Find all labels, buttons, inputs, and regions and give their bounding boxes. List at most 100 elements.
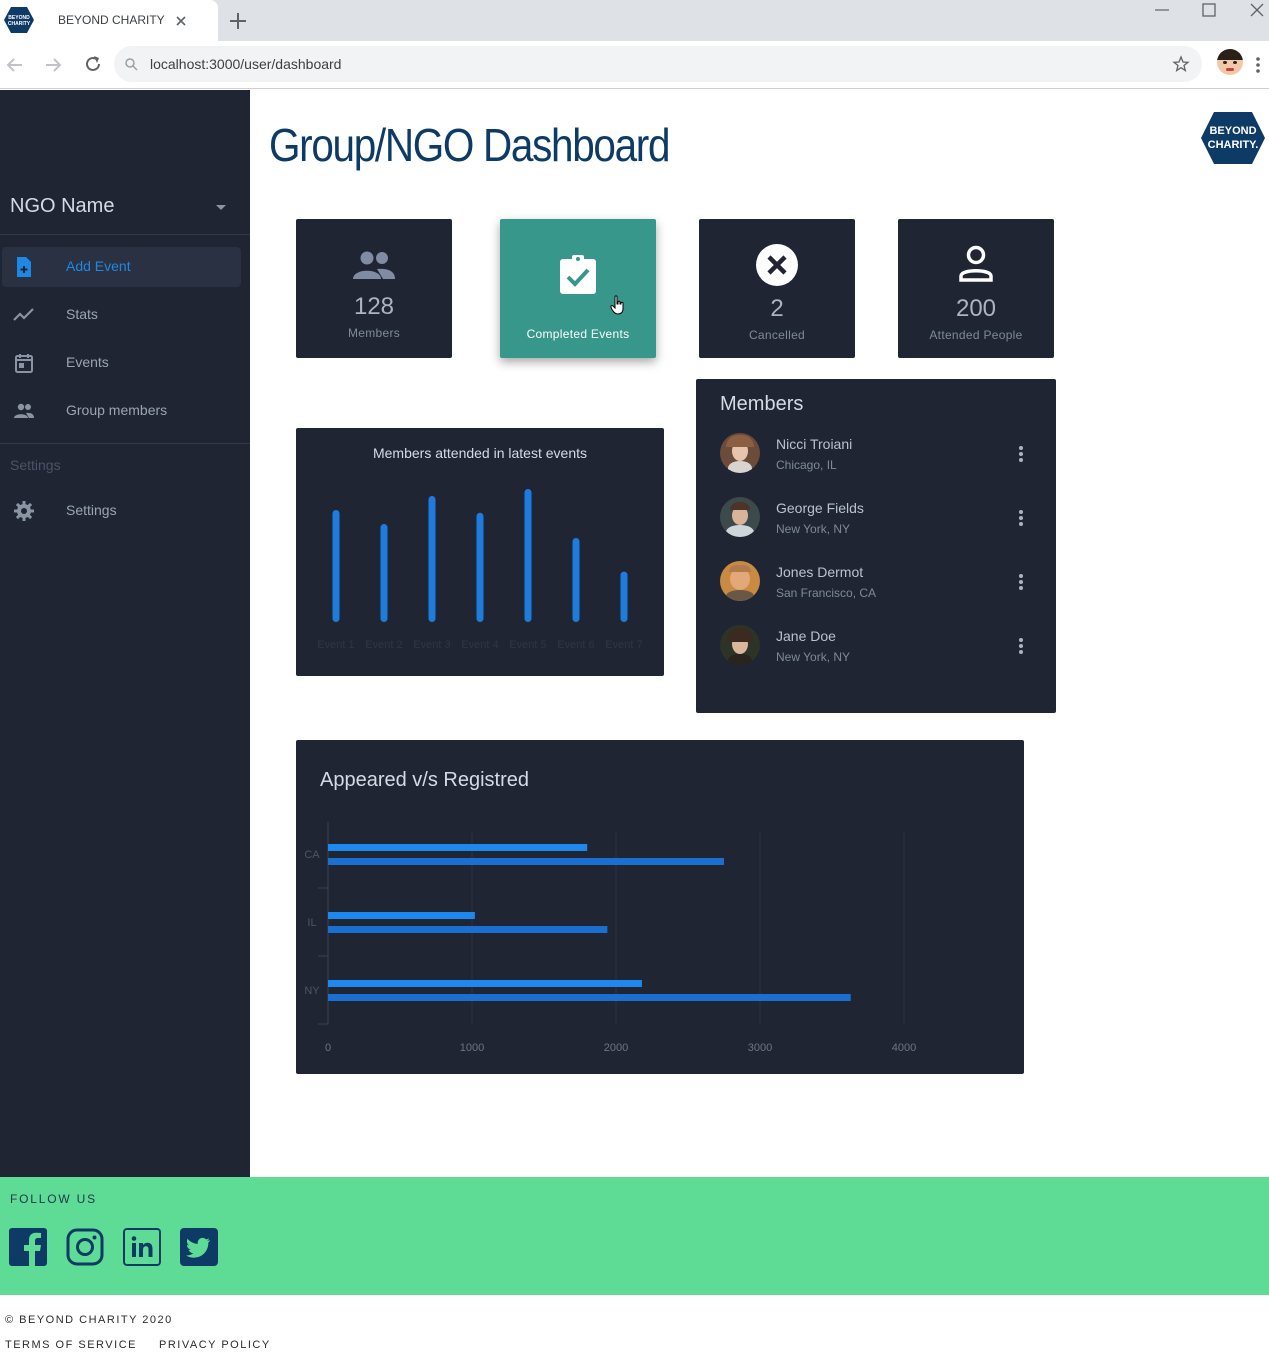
new-tab-plus-icon[interactable]	[226, 9, 250, 33]
terms-link[interactable]: TERMS OF SERVICE	[5, 1339, 137, 1351]
address-bar[interactable]: localhost:3000/user/dashboard	[114, 46, 1202, 82]
window-minimize-icon[interactable]	[1152, 2, 1172, 18]
org-name: NGO Name	[10, 195, 115, 217]
x-tick-label: Event 1	[317, 639, 354, 651]
facebook-icon[interactable]	[9, 1228, 47, 1266]
state-bar	[328, 858, 724, 865]
svg-text:CHARITY: CHARITY	[8, 21, 31, 27]
stat-card-attended-people[interactable]: 200 Attended People	[898, 219, 1054, 358]
instagram-icon[interactable]	[66, 1228, 104, 1266]
sidebar-item-settings[interactable]: Settings	[2, 491, 241, 531]
member-name: Nicci Troiani	[776, 436, 853, 452]
member-name: Jane Doe	[776, 628, 836, 644]
sidebar-item-label: Events	[66, 354, 109, 370]
stat-card-cancelled[interactable]: 2 Cancelled	[699, 219, 855, 358]
people-icon	[353, 251, 395, 279]
x-tick-label: Event 7	[605, 639, 642, 651]
state-bar	[328, 994, 851, 1001]
window-maximize-icon[interactable]	[1200, 1, 1218, 19]
stat-label: Attended People	[929, 328, 1023, 342]
more-options-icon[interactable]	[1018, 446, 1024, 462]
url-text[interactable]: localhost:3000/user/dashboard	[150, 56, 341, 72]
stat-value: 128	[353, 293, 395, 320]
file-plus-icon	[17, 257, 31, 277]
search-icon	[125, 58, 138, 71]
stat-card-completed-events[interactable]: Completed Events	[500, 219, 656, 358]
list-item[interactable]: George Fields New York, NY	[696, 497, 1056, 545]
list-item[interactable]: Jane Doe New York, NY	[696, 625, 1056, 673]
event-bar	[428, 496, 436, 622]
logo-line-1: BEYOND	[1209, 125, 1256, 137]
bookmark-star-icon[interactable]	[1172, 55, 1190, 73]
cancel-circle-icon	[756, 244, 798, 286]
avatar	[720, 625, 760, 665]
sidebar-item-label: Add Event	[66, 258, 131, 274]
members-panel-title: Members	[720, 393, 804, 415]
event-bar	[380, 524, 388, 622]
avatar	[720, 561, 760, 601]
more-options-icon[interactable]	[1018, 638, 1024, 654]
member-name: Jones Dermot	[776, 564, 864, 580]
stat-label: Completed Events	[526, 327, 630, 341]
x-tick-label: 3000	[748, 1042, 772, 1054]
y-tick-label: CA	[304, 849, 320, 861]
event-bar	[572, 538, 580, 622]
sidebar-item-stats[interactable]: Stats	[2, 295, 241, 335]
privacy-link[interactable]: PRIVACY POLICY	[159, 1339, 271, 1351]
list-item[interactable]: Jones Dermot San Francisco, CA	[696, 561, 1056, 609]
tab-favicon-logo: BEYOND CHARITY	[4, 7, 34, 33]
stat-card-members[interactable]: 128 Members	[296, 219, 452, 358]
event-bar	[332, 510, 340, 622]
state-bar	[328, 844, 588, 851]
browser-tab[interactable]: BEYOND CHARITY BEYOND CHARITY	[0, 0, 218, 41]
browser-tab-bar: BEYOND CHARITY BEYOND CHARITY	[0, 0, 1269, 41]
events-bar-chart: Event 1 Event 2 Event 3 Event 4 Event 5 Event…	[317, 489, 643, 651]
sidebar-item-add-event[interactable]: Add Event	[2, 247, 241, 287]
sidebar-item-group-members[interactable]: Group members	[2, 391, 241, 431]
member-location: New York, NY	[776, 650, 851, 664]
x-tick-label: Event 4	[461, 639, 498, 651]
linkedin-icon[interactable]	[123, 1228, 161, 1266]
trend-line-icon	[13, 308, 34, 321]
logo-line-2: CHARITY.	[1208, 139, 1259, 151]
y-tick-label: NY	[304, 985, 320, 997]
member-location: Chicago, IL	[776, 458, 837, 472]
more-options-icon[interactable]	[1018, 574, 1024, 590]
twitter-icon[interactable]	[180, 1228, 218, 1266]
browser-menu-icon[interactable]	[1253, 55, 1263, 75]
back-arrow-icon[interactable]	[4, 54, 26, 76]
member-location: San Francisco, CA	[776, 586, 877, 600]
gear-icon	[14, 501, 34, 521]
profile-avatar[interactable]	[1217, 49, 1243, 75]
list-item[interactable]: Nicci Troiani Chicago, IL	[696, 433, 1056, 481]
state-bar	[328, 980, 642, 987]
sidebar: NGO Name Add Event Stats Events Group me…	[0, 90, 250, 1177]
member-location: New York, NY	[776, 522, 851, 536]
section-label: Settings	[10, 457, 61, 473]
divider	[0, 234, 250, 235]
tab-close-icon[interactable]	[174, 14, 188, 28]
stat-label: Cancelled	[748, 328, 806, 342]
more-options-icon[interactable]	[1018, 510, 1024, 526]
x-tick-label: 4000	[892, 1042, 916, 1054]
member-name: George Fields	[776, 500, 864, 516]
divider	[0, 443, 250, 444]
reload-icon[interactable]	[82, 53, 104, 75]
cursor-hand-icon	[610, 295, 624, 315]
avatar	[720, 497, 760, 537]
sidebar-item-label: Stats	[66, 306, 98, 322]
state-bar	[328, 926, 608, 933]
appeared-registered-chart-card: Appeared v/s Registred 0 1000 2000 3000 4000…	[296, 740, 1024, 1074]
copyright-text: © BEYOND CHARITY 2020	[5, 1314, 173, 1326]
x-tick-label: Event 2	[365, 639, 402, 651]
chevron-down-icon[interactable]	[214, 203, 228, 213]
sidebar-item-events[interactable]: Events	[2, 343, 241, 383]
window-close-icon[interactable]	[1248, 1, 1266, 19]
x-tick-label: Event 5	[509, 639, 546, 651]
brand-logo: BEYOND CHARITY.	[1201, 112, 1265, 164]
state-bar	[328, 912, 475, 919]
x-tick-label: 1000	[460, 1042, 484, 1054]
forward-arrow-icon[interactable]	[42, 54, 64, 76]
appeared-registered-chart: 0 1000 2000 3000 4000 CA IL NY	[304, 822, 916, 1054]
people-icon	[14, 403, 34, 418]
